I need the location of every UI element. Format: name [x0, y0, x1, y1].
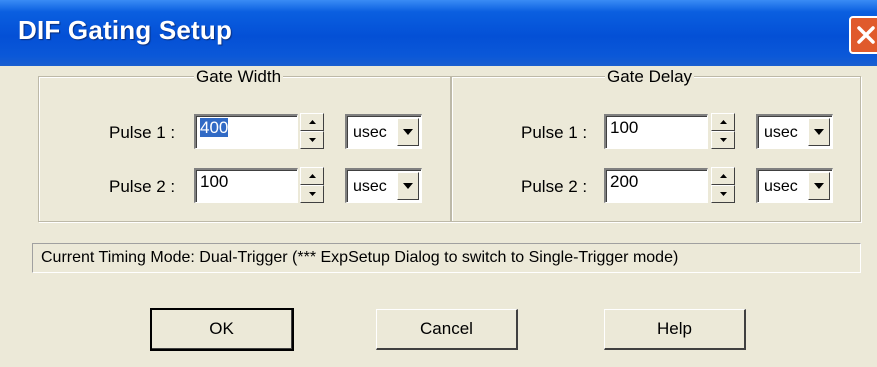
arrow-down-icon — [309, 138, 316, 142]
dialog-client: Gate Width Pulse 1 : 400 usec Pulse 2 : — [0, 66, 877, 367]
gate-delay-pulse1-label: Pulse 1 : — [521, 123, 588, 142]
combo-value: usec — [353, 178, 387, 195]
arrow-down-icon — [309, 192, 316, 196]
combo-value: usec — [764, 124, 798, 141]
gate-width-pulse2-spinner[interactable] — [300, 167, 324, 203]
dropdown-button[interactable] — [397, 118, 419, 146]
cancel-button[interactable]: Cancel — [376, 309, 518, 350]
window-title: DIF Gating Setup — [18, 15, 233, 45]
gate-width-pulse2-unit-select[interactable]: usec — [345, 168, 422, 203]
dialog-window: DIF Gating Setup Gate Width Pulse 1 : 40… — [0, 0, 877, 367]
spin-up-button[interactable] — [711, 167, 735, 185]
gate-delay-pulse1-value: 100 — [610, 118, 639, 137]
spin-down-button[interactable] — [711, 185, 735, 203]
gate-delay-group: Gate Delay Pulse 1 : 100 usec Pulse 2 : — [451, 67, 861, 222]
arrow-up-icon — [309, 120, 316, 124]
gate-width-legend: Gate Width — [194, 67, 284, 87]
gate-width-pulse1-spinner[interactable] — [300, 113, 324, 149]
gate-delay-pulse2-input[interactable]: 200 — [604, 168, 708, 203]
gate-width-pulse2-label: Pulse 2 : — [109, 177, 176, 196]
gate-width-pulse1-unit-select[interactable]: usec — [345, 114, 422, 149]
gate-width-pulse1-input[interactable]: 400 — [194, 114, 298, 149]
gate-delay-pulse1-unit-select[interactable]: usec — [756, 114, 833, 149]
gate-width-pulse1-label: Pulse 1 : — [109, 123, 176, 142]
combo-value: usec — [353, 124, 387, 141]
dropdown-button[interactable] — [808, 118, 830, 146]
chevron-down-icon — [403, 183, 413, 189]
spin-up-button[interactable] — [300, 113, 324, 131]
title-bar[interactable]: DIF Gating Setup — [0, 0, 877, 66]
gate-width-pulse1-value: 400 — [200, 118, 229, 137]
ok-button[interactable]: OK — [150, 308, 294, 351]
gate-delay-pulse1-spinner[interactable] — [711, 113, 735, 149]
spin-up-button[interactable] — [711, 113, 735, 131]
dropdown-button[interactable] — [397, 172, 419, 200]
spin-down-button[interactable] — [300, 131, 324, 149]
chevron-down-icon — [814, 129, 824, 135]
spin-up-button[interactable] — [300, 167, 324, 185]
close-button[interactable] — [849, 16, 877, 54]
arrow-up-icon — [720, 174, 727, 178]
gate-delay-pulse2-value: 200 — [610, 172, 639, 191]
gate-delay-legend: Gate Delay — [605, 67, 695, 87]
gate-delay-pulse1-input[interactable]: 100 — [604, 114, 708, 149]
combo-value: usec — [764, 178, 798, 195]
gate-delay-pulse2-label: Pulse 2 : — [521, 177, 588, 196]
gate-width-pulse2-input[interactable]: 100 — [194, 168, 298, 203]
close-icon — [857, 26, 875, 44]
gate-width-group: Gate Width Pulse 1 : 400 usec Pulse 2 : — [38, 67, 451, 222]
gate-width-pulse2-value: 100 — [200, 172, 229, 191]
chevron-down-icon — [814, 183, 824, 189]
arrow-up-icon — [309, 174, 316, 178]
gate-delay-pulse2-unit-select[interactable]: usec — [756, 168, 833, 203]
gate-delay-pulse2-spinner[interactable] — [711, 167, 735, 203]
spin-down-button[interactable] — [300, 185, 324, 203]
dropdown-button[interactable] — [808, 172, 830, 200]
help-button[interactable]: Help — [604, 309, 746, 350]
chevron-down-icon — [403, 129, 413, 135]
timing-mode-status: Current Timing Mode: Dual-Trigger (*** E… — [32, 243, 861, 273]
arrow-down-icon — [720, 192, 727, 196]
spin-down-button[interactable] — [711, 131, 735, 149]
arrow-down-icon — [720, 138, 727, 142]
arrow-up-icon — [720, 120, 727, 124]
